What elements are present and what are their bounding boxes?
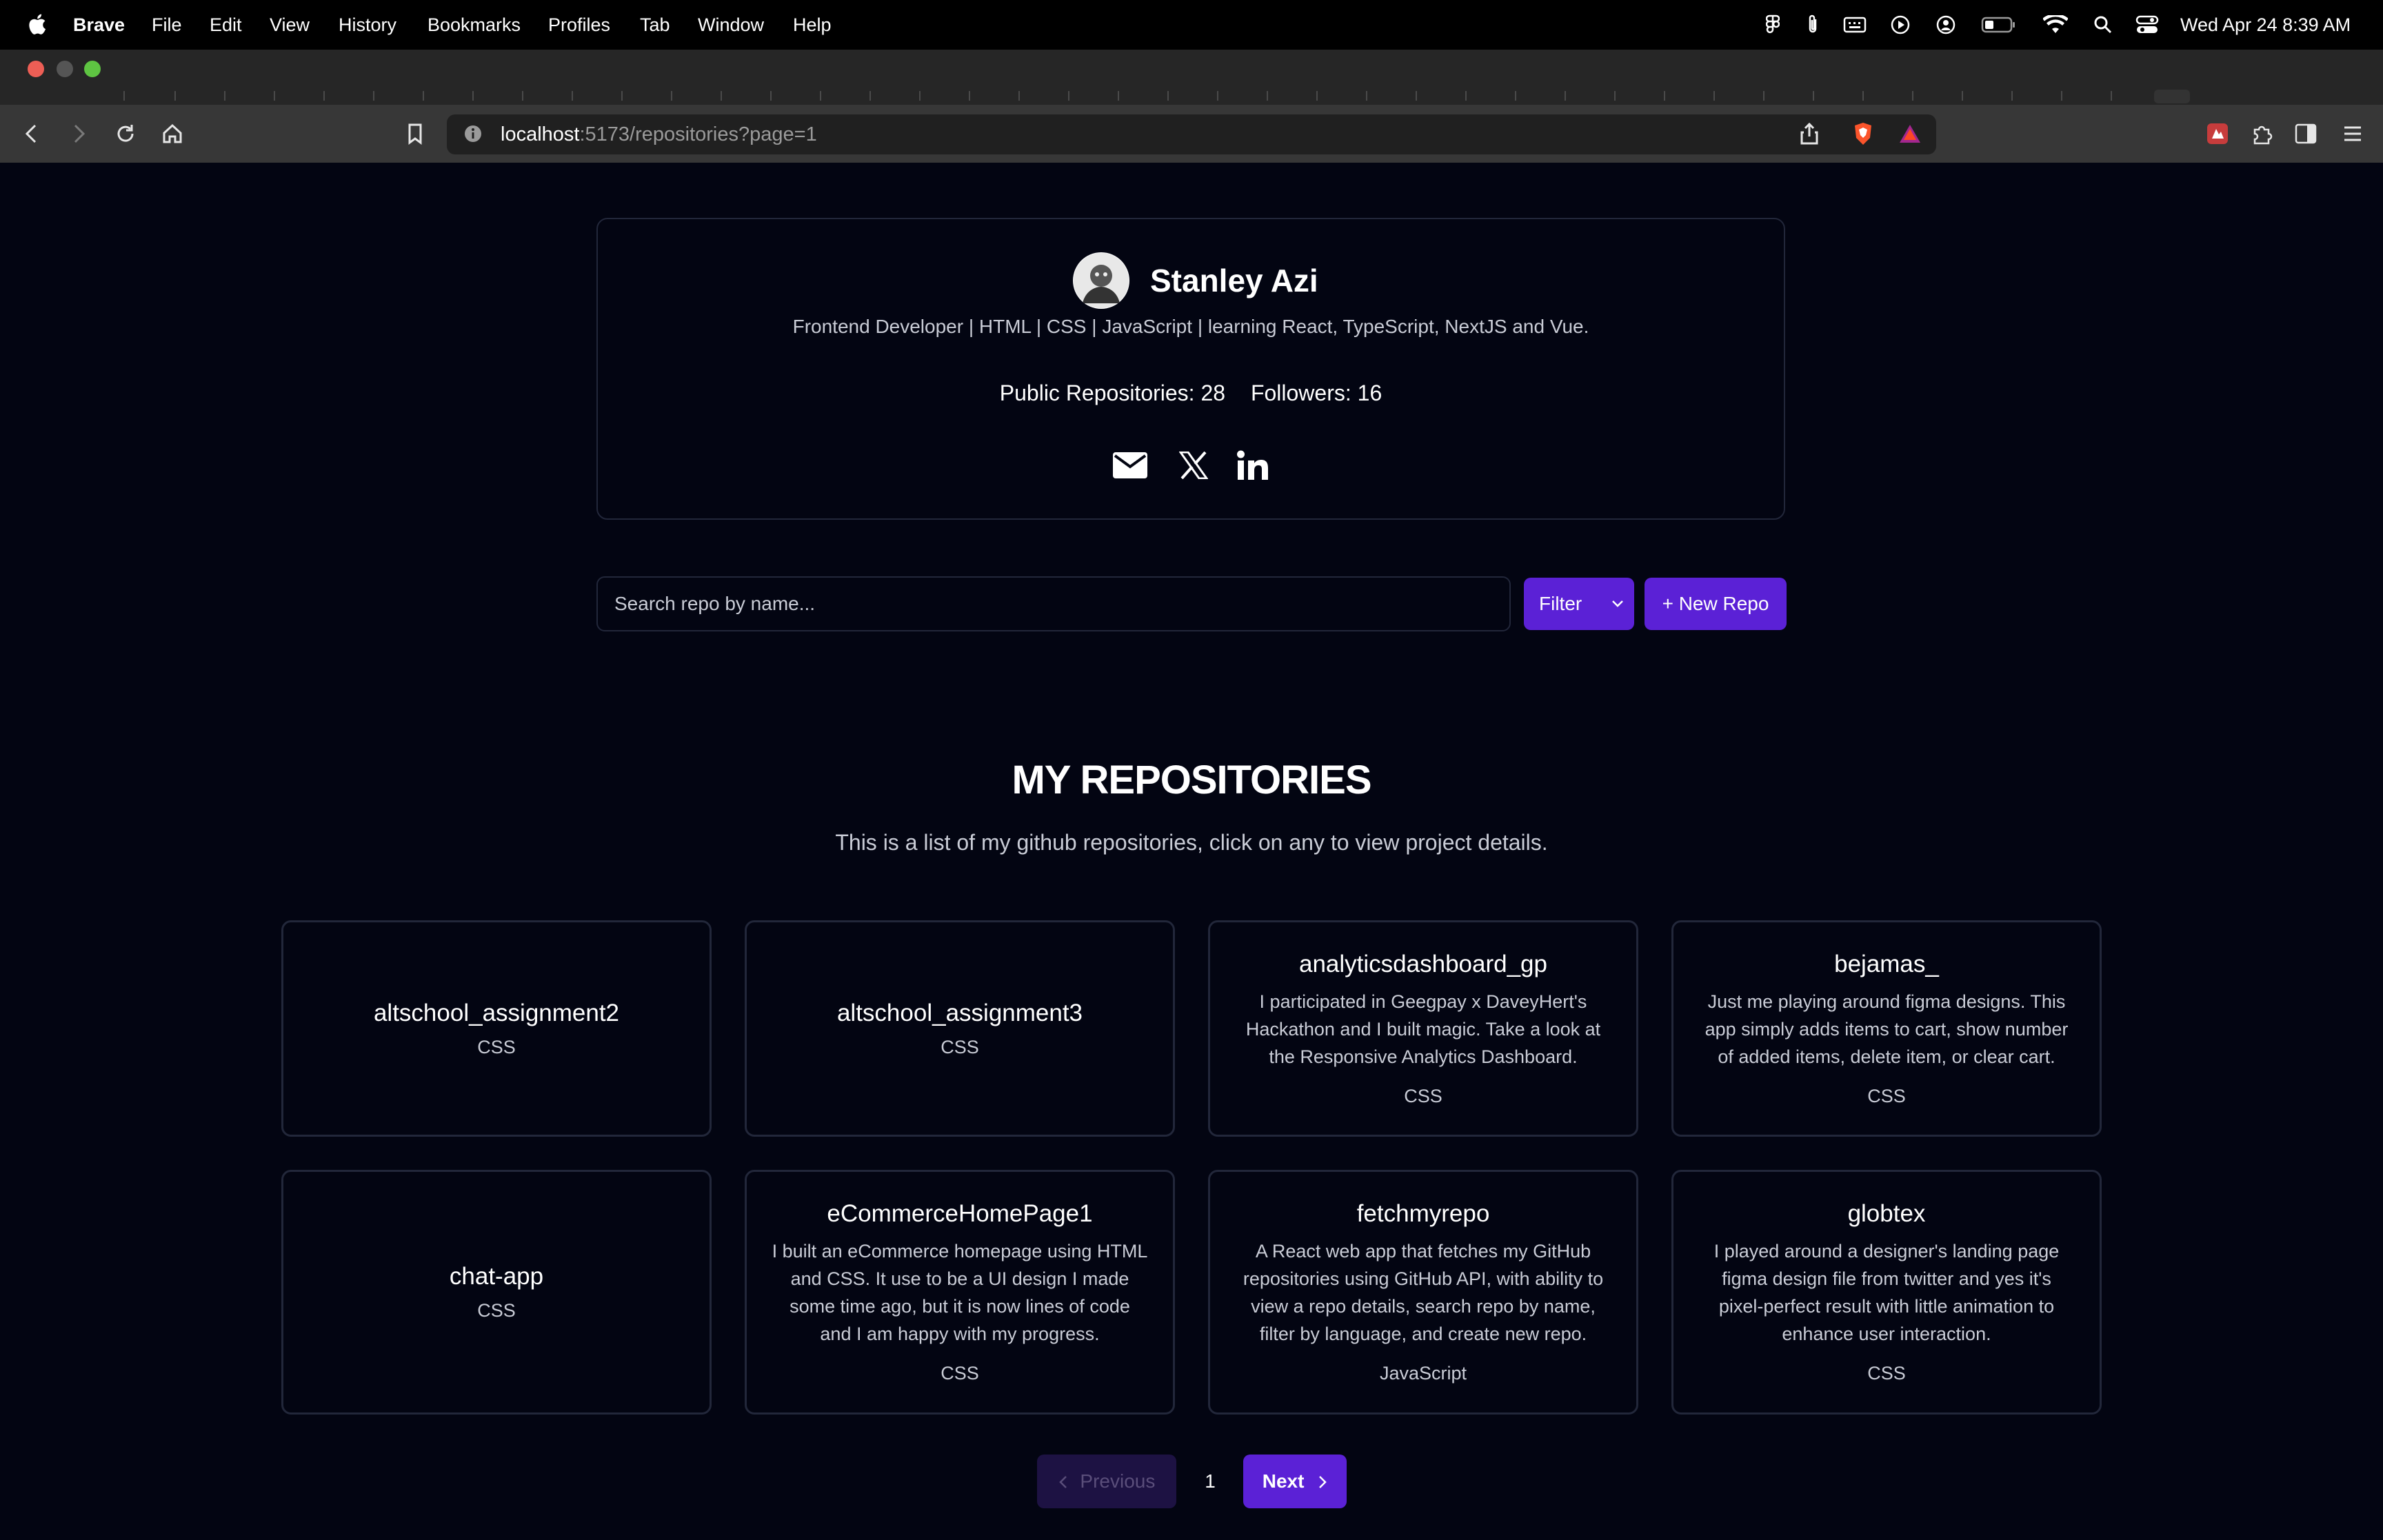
followers-count: Followers: 16: [1250, 381, 1382, 405]
repo-language: CSS: [477, 1036, 516, 1057]
next-label: Next: [1262, 1470, 1305, 1492]
back-button[interactable]: [17, 119, 47, 149]
repo-name: chat-app: [449, 1263, 544, 1290]
profile-bio: Frontend Developer | HTML | CSS | JavaSc…: [792, 316, 1589, 337]
new-repo-button[interactable]: + New Repo: [1645, 578, 1787, 630]
menu-profiles[interactable]: Profiles: [548, 0, 610, 50]
extensions-puzzle-icon[interactable]: [2246, 119, 2277, 149]
next-page-button[interactable]: Next: [1243, 1455, 1347, 1508]
window-close-button[interactable]: [28, 61, 44, 77]
x-twitter-icon[interactable]: [1175, 447, 1212, 484]
menu-window[interactable]: Window: [698, 0, 764, 50]
repo-card[interactable]: fetchmyrepo A React web app that fetches…: [1208, 1170, 1638, 1415]
macos-menu-bar: Brave File Edit View History Bookmarks P…: [0, 0, 2383, 50]
public-repos-count: Public Repositories: 28: [999, 381, 1226, 405]
repo-language: CSS: [477, 1300, 516, 1321]
repo-description: I played around a designer's landing pag…: [1713, 1241, 2060, 1344]
repo-description: I participated in Geegpay x DaveyHert's …: [1245, 991, 1601, 1067]
avatar: [1073, 252, 1129, 309]
repo-language: CSS: [941, 1363, 979, 1384]
bookmark-icon[interactable]: [400, 119, 430, 149]
repo-language: CSS: [941, 1036, 979, 1057]
menu-edit[interactable]: Edit: [210, 0, 242, 50]
menu-file[interactable]: File: [152, 0, 182, 50]
forward-button[interactable]: [63, 119, 94, 149]
linkedin-icon[interactable]: [1234, 447, 1271, 484]
section-title: MY REPOSITORIES: [1012, 758, 1371, 802]
repo-card[interactable]: bejamas_ Just me playing around figma de…: [1671, 920, 2102, 1137]
paperclip-icon[interactable]: [1802, 14, 1823, 36]
repo-language: JavaScript: [1379, 1363, 1467, 1384]
menu-view[interactable]: View: [270, 0, 310, 50]
repo-name: globtex: [1847, 1200, 1926, 1227]
current-page-number[interactable]: 1: [1196, 1455, 1224, 1508]
repo-name: altschool_assignment2: [373, 999, 620, 1026]
repo-description: I built an eCommerce homepage using HTML…: [772, 1241, 1148, 1344]
repo-name: fetchmyrepo: [1356, 1200, 1490, 1227]
window-zoom-button[interactable]: [84, 61, 101, 77]
repo-name: altschool_assignment3: [836, 999, 1083, 1026]
repo-card[interactable]: chat-app CSS: [281, 1170, 712, 1415]
control-center-icon[interactable]: [2135, 14, 2160, 36]
wifi-icon[interactable]: [2042, 14, 2069, 36]
repo-language: CSS: [1867, 1363, 1906, 1384]
repo-language: CSS: [1867, 1085, 1906, 1106]
site-info-icon[interactable]: [458, 119, 488, 149]
reload-button[interactable]: [110, 119, 141, 149]
brave-rewards-icon[interactable]: [1895, 119, 1925, 149]
menu-tab[interactable]: Tab: [640, 0, 670, 50]
menubar-clock[interactable]: Wed Apr 24 8:39 AM: [2180, 0, 2351, 50]
extension-icon[interactable]: [2202, 119, 2233, 149]
menu-app-name[interactable]: Brave: [73, 0, 125, 50]
sidebar-toggle-icon[interactable]: [2291, 119, 2321, 149]
repo-card[interactable]: altschool_assignment3 CSS: [745, 920, 1175, 1137]
repo-description: Just me playing around figma designs. Th…: [1705, 991, 2069, 1067]
menu-hamburger-icon[interactable]: [2337, 119, 2368, 149]
repo-card[interactable]: altschool_assignment2 CSS: [281, 920, 712, 1137]
url-host: localhost: [501, 123, 580, 145]
url-path: :5173/repositories?page=1: [579, 123, 817, 145]
search-input[interactable]: [596, 576, 1511, 631]
previous-label: Previous: [1080, 1470, 1156, 1492]
menu-help[interactable]: Help: [793, 0, 832, 50]
repo-name: eCommerceHomePage1: [827, 1200, 1093, 1227]
repo-description: A React web app that fetches my GitHub r…: [1243, 1241, 1604, 1344]
chevron-down-icon: [1611, 578, 1625, 630]
section-subtitle: This is a list of my github repositories…: [835, 830, 1548, 855]
repo-card[interactable]: eCommerceHomePage1 I built an eCommerce …: [745, 1170, 1175, 1415]
window-minimize-button[interactable]: [57, 61, 73, 77]
share-icon[interactable]: [1794, 119, 1824, 149]
repo-card[interactable]: analyticsdashboard_gp I participated in …: [1208, 920, 1638, 1137]
browser-tab-strip: [0, 50, 2383, 105]
profile-stats: Public Repositories: 28 Followers: 16: [596, 381, 1785, 406]
profile-name: Stanley Azi: [1150, 263, 1318, 298]
figma-icon[interactable]: [1762, 14, 1783, 36]
keyboard-icon[interactable]: [1842, 14, 1867, 36]
email-icon[interactable]: [1112, 447, 1149, 484]
home-button[interactable]: [157, 119, 188, 149]
battery-icon[interactable]: [1980, 14, 2018, 36]
tab-strip-pinned-tabs: [123, 90, 2190, 103]
address-bar-url[interactable]: localhost:5173/repositories?page=1: [501, 114, 817, 154]
search-icon[interactable]: [2092, 14, 2114, 36]
chevron-left-icon: [1058, 1470, 1080, 1492]
previous-page-button[interactable]: Previous: [1037, 1455, 1176, 1508]
chevron-right-icon: [1304, 1470, 1327, 1492]
menu-bookmarks[interactable]: Bookmarks: [428, 0, 521, 50]
menu-history[interactable]: History: [339, 0, 396, 50]
repo-language: CSS: [1404, 1085, 1442, 1106]
play-circle-icon[interactable]: [1889, 14, 1911, 36]
repo-name: analyticsdashboard_gp: [1299, 950, 1547, 977]
brave-shields-icon[interactable]: [1848, 119, 1878, 149]
repo-name: bejamas_: [1834, 950, 1939, 977]
apple-menu-icon[interactable]: [26, 0, 47, 50]
filter-label: Filter: [1539, 593, 1582, 614]
repo-card[interactable]: globtex I played around a designer's lan…: [1671, 1170, 2102, 1415]
user-circle-icon[interactable]: [1935, 14, 1957, 36]
filter-select[interactable]: Filter: [1524, 578, 1634, 630]
